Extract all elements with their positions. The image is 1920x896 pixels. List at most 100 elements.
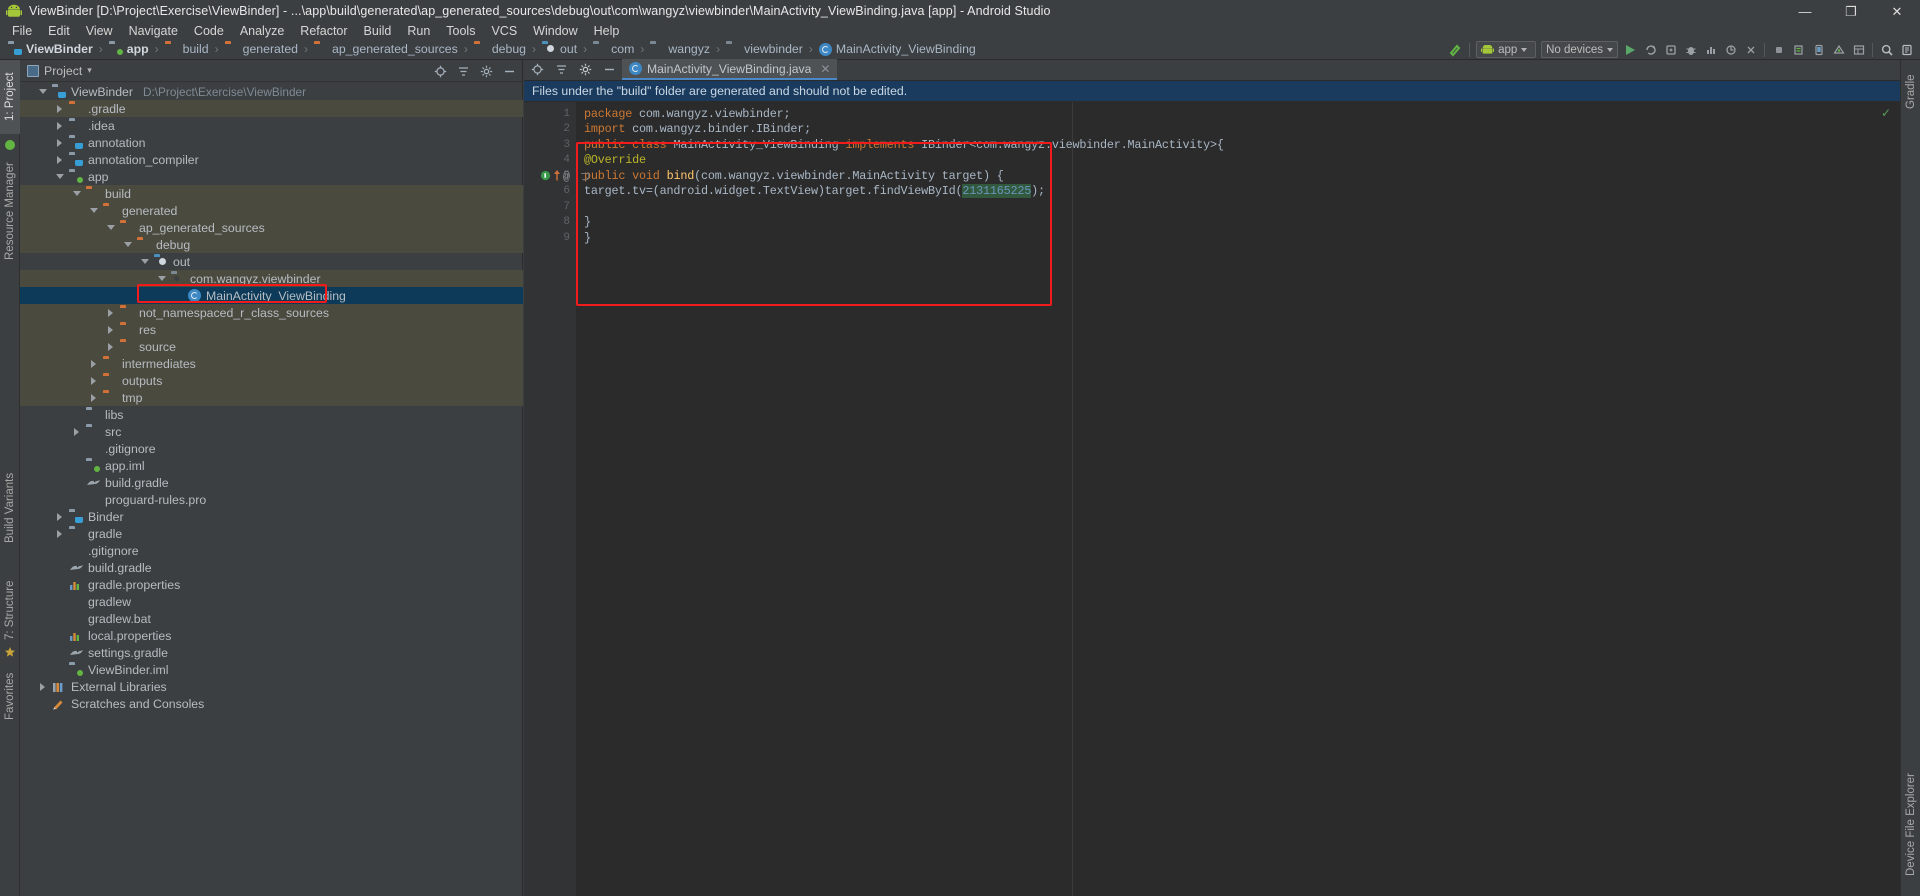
code-line[interactable]: target.tv=(android.widget.TextView)targe… (576, 184, 1900, 200)
attach-debugger-icon[interactable] (1721, 40, 1740, 59)
hide-panel-icon[interactable] (502, 64, 516, 78)
tree-row[interactable]: .idea (20, 117, 523, 134)
tree-row[interactable]: Scratches and Consoles (20, 695, 523, 712)
tree-row[interactable]: build.gradle (20, 559, 523, 576)
tree-row[interactable]: gradle.properties (20, 576, 523, 593)
annotation-marker[interactable]: @ (563, 171, 570, 184)
menu-item-file[interactable]: File (4, 22, 40, 39)
editor-gutter[interactable]: 123456789 (524, 102, 576, 896)
chevron-down-icon[interactable] (104, 221, 117, 234)
apply-changes-button[interactable] (1641, 40, 1660, 59)
menu-item-navigate[interactable]: Navigate (121, 22, 186, 39)
apply-code-changes-button[interactable] (1661, 40, 1680, 59)
chevron-right-icon[interactable] (53, 510, 66, 523)
menu-item-analyze[interactable]: Analyze (232, 22, 292, 39)
layout-inspector-icon[interactable] (1849, 40, 1868, 59)
code-line[interactable]: @Override (576, 153, 1900, 169)
tree-row[interactable]: ViewBinder.iml (20, 661, 523, 678)
tree-row[interactable]: gradlew (20, 593, 523, 610)
editor-tab[interactable]: MainActivity_ViewBinding.java ✕ (622, 59, 838, 80)
tree-row[interactable]: res (20, 321, 523, 338)
breadcrumb-item-build[interactable]: build (164, 39, 210, 60)
tree-row[interactable]: local.properties (20, 627, 523, 644)
tree-row[interactable]: build (20, 185, 523, 202)
close-icon[interactable]: ✕ (820, 62, 830, 76)
chevron-right-icon[interactable] (53, 136, 66, 149)
gutter-marker-group[interactable]: @ (540, 168, 570, 186)
menu-item-vcs[interactable]: VCS (483, 22, 525, 39)
sidebar-item-favorites[interactable]: Favorites (0, 660, 20, 732)
tree-row[interactable]: src (20, 423, 523, 440)
chevron-down-icon[interactable] (138, 255, 151, 268)
breadcrumb-item-debug[interactable]: debug (473, 39, 527, 60)
menu-item-window[interactable]: Window (525, 22, 585, 39)
chevron-right-icon[interactable] (36, 680, 49, 693)
menu-item-tools[interactable]: Tools (438, 22, 483, 39)
menu-item-edit[interactable]: Edit (40, 22, 78, 39)
tree-row[interactable]: com.wangyz.viewbinder (20, 270, 523, 287)
sidebar-item-structure[interactable]: 7: Structure (0, 565, 20, 655)
minimize-button[interactable]: — (1782, 0, 1828, 22)
implements-marker-icon[interactable] (540, 168, 551, 186)
stop-icon[interactable] (1769, 40, 1788, 59)
code-line[interactable]: } (576, 230, 1900, 246)
chevron-down-icon[interactable] (87, 204, 100, 217)
close-button[interactable]: ✕ (1874, 0, 1920, 22)
chevron-right-icon[interactable] (104, 306, 117, 319)
sidebar-item-project[interactable]: 1: Project (0, 60, 20, 134)
chevron-down-icon[interactable] (121, 238, 134, 251)
code-content[interactable]: package com.wangyz.viewbinder; import com… (576, 102, 1900, 896)
tree-row[interactable]: ap_generated_sources (20, 219, 523, 236)
hammer-icon[interactable] (1446, 40, 1465, 59)
chevron-down-icon[interactable] (36, 85, 49, 98)
sidebar-item-gradle[interactable]: Gradle (1901, 64, 1920, 120)
locate-icon[interactable] (433, 64, 447, 78)
menu-item-refactor[interactable]: Refactor (292, 22, 355, 39)
tree-row[interactable]: not_namespaced_r_class_sources (20, 304, 523, 321)
menu-item-code[interactable]: Code (186, 22, 232, 39)
chevron-down-icon[interactable] (70, 187, 83, 200)
project-tree[interactable]: ViewBinder D:\Project\Exercise\ViewBinder… (20, 83, 523, 896)
tree-row[interactable]: app (20, 168, 523, 185)
chevron-right-icon[interactable] (53, 153, 66, 166)
profile-icon[interactable] (1701, 40, 1720, 59)
tree-row[interactable]: outputs (20, 372, 523, 389)
maximize-button[interactable]: ❐ (1828, 0, 1874, 22)
tree-row[interactable]: External Libraries (20, 678, 523, 695)
code-line[interactable]: import com.wangyz.binder.IBinder; (576, 122, 1900, 138)
breadcrumb-item-com[interactable]: com (592, 39, 635, 60)
breadcrumb-item-out[interactable]: out (541, 39, 578, 60)
tree-row[interactable]: debug (20, 236, 523, 253)
settings-gear-icon[interactable] (578, 63, 592, 77)
tree-row[interactable]: .gradle (20, 100, 523, 117)
code-line[interactable] (576, 199, 1900, 215)
chevron-right-icon[interactable] (104, 340, 117, 353)
avd-manager-icon[interactable] (1809, 40, 1828, 59)
sidebar-item-device-file-explorer[interactable]: Device File Explorer (1901, 760, 1920, 890)
code-line[interactable]: } (576, 215, 1900, 231)
tree-row[interactable]: MainActivity_ViewBinding (20, 287, 523, 304)
collapse-all-icon[interactable] (456, 64, 470, 78)
code-editor[interactable]: 123456789 package com.wangyz.viewbinder;… (524, 102, 1900, 896)
tree-row[interactable]: annotation_compiler (20, 151, 523, 168)
tree-row[interactable]: Binder (20, 508, 523, 525)
tree-row[interactable]: gradle (20, 525, 523, 542)
attach-process-icon[interactable] (1741, 40, 1760, 59)
tree-row[interactable]: source (20, 338, 523, 355)
tree-row[interactable]: build.gradle (20, 474, 523, 491)
tree-row[interactable]: out (20, 253, 523, 270)
chevron-down-icon[interactable] (53, 170, 66, 183)
tree-row[interactable]: libs (20, 406, 523, 423)
settings-icon[interactable] (1897, 40, 1916, 59)
breadcrumb-item-mainactivity-viewbinding[interactable]: MainActivity_ViewBinding (818, 39, 977, 60)
sdk-manager-icon[interactable] (1829, 40, 1848, 59)
tree-row[interactable]: .gitignore (20, 440, 523, 457)
code-line[interactable]: public void bind (com.wangyz.viewbinder.M… (576, 168, 1900, 184)
sidebar-item-resource-manager[interactable]: Resource Manager (0, 156, 20, 266)
chevron-right-icon[interactable] (53, 119, 66, 132)
tree-row[interactable]: app.iml (20, 457, 523, 474)
chevron-right-icon[interactable] (87, 374, 100, 387)
chevron-right-icon[interactable] (87, 357, 100, 370)
menu-item-view[interactable]: View (78, 22, 121, 39)
code-line[interactable]: public class MainActivity_ViewBinding im… (576, 137, 1900, 153)
